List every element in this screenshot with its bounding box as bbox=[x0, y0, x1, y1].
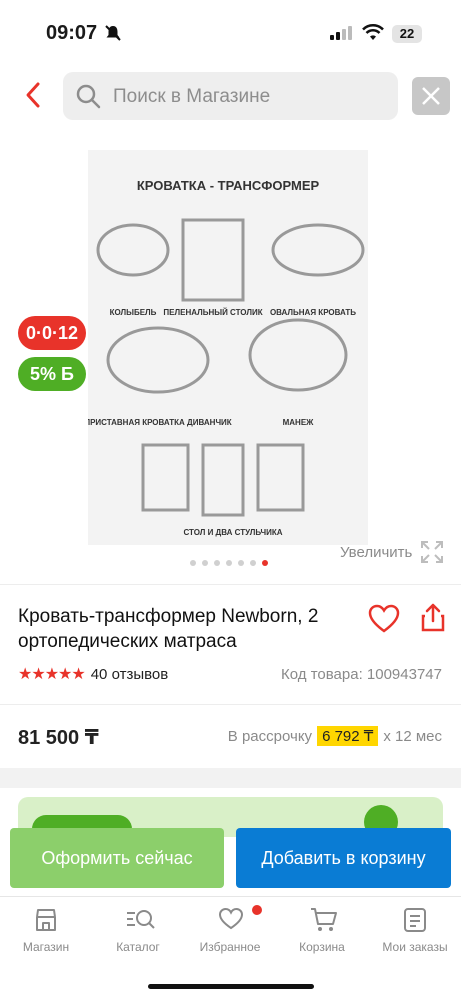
pagination-dot-active[interactable] bbox=[262, 560, 268, 566]
heart-icon bbox=[218, 907, 244, 930]
label-changing-table: ПЕЛЕНАЛЬНЫЙ СТОЛИК bbox=[163, 308, 262, 317]
order-now-button[interactable]: Оформить сейчас bbox=[10, 828, 224, 888]
close-button[interactable] bbox=[412, 77, 450, 115]
installment-months: х 12 мес bbox=[383, 727, 442, 745]
expand-icon[interactable] bbox=[420, 540, 444, 564]
battery-indicator: 22 bbox=[392, 25, 422, 43]
nav-label: Каталог bbox=[116, 940, 160, 954]
label-cradle: КОЛЫБЕЛЬ bbox=[110, 308, 157, 317]
zoom-label[interactable]: Увеличить bbox=[340, 544, 412, 561]
label-sofa-bed: ПРИСТАВНАЯ КРОВАТКА ДИВАНЧИК bbox=[88, 418, 232, 427]
pagination-dot[interactable] bbox=[238, 560, 244, 566]
label-oval-bed: ОВАЛЬНАЯ КРОВАТЬ bbox=[270, 308, 356, 317]
status-bar: 09:07 22 bbox=[0, 0, 461, 64]
installment-label: В рассрочку bbox=[227, 727, 313, 745]
pagination-dot[interactable] bbox=[214, 560, 220, 566]
wifi-icon bbox=[362, 24, 384, 40]
section-spacer bbox=[0, 768, 461, 788]
signal-icon bbox=[330, 26, 352, 40]
nav-label: Корзина bbox=[299, 940, 345, 954]
add-to-cart-button[interactable]: Добавить в корзину bbox=[236, 828, 451, 888]
pagination-dot[interactable] bbox=[226, 560, 232, 566]
bonus-badge: 5% Б bbox=[18, 357, 86, 391]
pagination-dot[interactable] bbox=[202, 560, 208, 566]
home-indicator bbox=[148, 984, 314, 989]
pagination-dot[interactable] bbox=[190, 560, 196, 566]
divider bbox=[0, 584, 461, 585]
status-time: 09:07 bbox=[46, 22, 98, 44]
nav-label: Мои заказы bbox=[382, 940, 448, 954]
installment-badge: 0·0·12 bbox=[18, 316, 86, 350]
nav-item-store[interactable]: Магазин bbox=[0, 897, 92, 967]
nav-item-catalog[interactable]: Каталог bbox=[92, 897, 184, 967]
image-heading: КРОВАТКА - ТРАНСФОРМЕР bbox=[137, 178, 320, 193]
favorite-heart-icon[interactable] bbox=[368, 604, 400, 634]
close-icon bbox=[422, 87, 440, 105]
nav-item-orders[interactable]: Мои заказы bbox=[369, 897, 461, 967]
cart-icon bbox=[311, 908, 337, 931]
store-icon bbox=[36, 909, 56, 931]
notification-dot bbox=[252, 905, 262, 915]
nav-item-cart[interactable]: Корзина bbox=[276, 897, 368, 967]
installment-info: В рассрочку 6 792 ₸ х 12 мес bbox=[228, 726, 442, 746]
bell-muted-icon bbox=[105, 25, 121, 41]
reviews-count[interactable]: 40 отзывов bbox=[91, 666, 169, 683]
nav-label: Магазин bbox=[22, 940, 70, 954]
search-header: Поиск в Магазине bbox=[0, 70, 461, 122]
rating-stars: ★★★★★ bbox=[18, 666, 86, 683]
product-gallery[interactable]: КРОВАТКА - ТРАНСФОРМЕР КОЛЫБЕЛЬ ПЕЛЕНАЛЬ… bbox=[0, 130, 461, 575]
divider bbox=[0, 704, 461, 705]
product-image[interactable]: КРОВАТКА - ТРАНСФОРМЕР КОЛЫБЕЛЬ ПЕЛЕНАЛЬ… bbox=[84, 150, 368, 545]
label-playpen: МАНЕЖ bbox=[283, 418, 315, 427]
nav-label: Избранное bbox=[199, 940, 261, 954]
product-price: 81 500 ₸ bbox=[18, 727, 99, 749]
search-input[interactable]: Поиск в Магазине bbox=[63, 72, 398, 120]
search-icon bbox=[76, 84, 101, 109]
crib-configurations-illustration: КРОВАТКА - ТРАНСФОРМЕР КОЛЫБЕЛЬ ПЕЛЕНАЛЬ… bbox=[84, 178, 365, 537]
catalog-search-icon bbox=[127, 910, 155, 929]
product-code: Код товара: 100943747 bbox=[281, 666, 442, 683]
back-arrow-icon[interactable] bbox=[20, 80, 46, 110]
pagination-dot[interactable] bbox=[250, 560, 256, 566]
installment-amount: 6 792 ₸ bbox=[317, 726, 379, 746]
rating[interactable]: ★★★★★ 40 отзывов bbox=[18, 664, 168, 684]
search-placeholder: Поиск в Магазине bbox=[113, 86, 271, 107]
share-icon[interactable] bbox=[420, 602, 446, 632]
label-table-chairs: СТОЛ И ДВА СТУЛЬЧИКА bbox=[183, 528, 282, 537]
orders-icon bbox=[404, 908, 426, 932]
gallery-pagination bbox=[190, 560, 268, 566]
product-title: Кровать-трансформер Newborn, 2 ортопедич… bbox=[18, 606, 319, 652]
nav-item-favorites[interactable]: Избранное bbox=[184, 897, 276, 967]
